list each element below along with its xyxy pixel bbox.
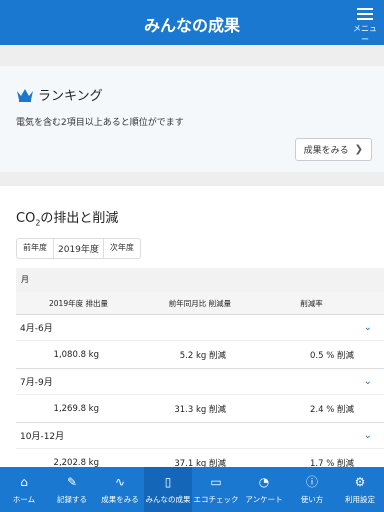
menu-label: メニュー (353, 24, 377, 44)
emission-value: 1,269.8 kg (53, 403, 99, 414)
tab-record[interactable]: ✎ 記録する (48, 467, 96, 512)
column-header: 前年同月比 削減量 (168, 298, 232, 308)
ranking-title: ランキング (38, 89, 103, 104)
co2-title-suffix: の排出と削減 (40, 211, 119, 226)
chevron-right-icon: ❯ (354, 144, 363, 155)
year-selector: 前年度 2019年度 次年度 (16, 238, 141, 259)
ranking-description: 電気を含む2項目以上あると順位がでます (16, 118, 184, 128)
tab-label: エコチェック (193, 495, 239, 504)
reduction-value: 31.3 kg 削減 (174, 404, 226, 415)
chevron-down-icon: ⌄ (363, 322, 372, 333)
tab-label: 利用設定 (345, 495, 375, 504)
period-label: 10月-12月 (20, 432, 65, 442)
table-row-label: 月 (16, 268, 384, 292)
menu-button[interactable]: メニュー (350, 8, 380, 45)
gear-icon: ⚙ (354, 475, 366, 489)
pulse-icon: ∿ (114, 475, 126, 489)
co2-heading: CO2の排出と削減 (16, 207, 118, 228)
current-year-label: 2019年度 (54, 238, 103, 259)
chat-icon: ▭ (210, 475, 222, 489)
prev-year-button[interactable]: 前年度 (16, 238, 54, 259)
table-column-headers: 2019年度 排出量 前年同月比 削減量 削減率 (16, 292, 384, 314)
tab-results[interactable]: ∿ 成果をみる (96, 467, 144, 512)
home-icon: ⌂ (20, 475, 28, 489)
chevron-down-icon: ⌄ (363, 376, 372, 387)
co2-title-prefix: CO (16, 211, 36, 226)
rate-value: 2.4 % 削減 (310, 404, 354, 415)
column-header: 削減率 (300, 298, 323, 308)
next-year-button[interactable]: 次年度 (102, 238, 141, 259)
period-group-header[interactable]: 10月-12月 ⌄ (16, 422, 384, 448)
view-results-button[interactable]: 成果をみる ❯ (294, 138, 372, 161)
ranking-heading: ランキング (16, 85, 103, 104)
crown-icon (17, 88, 33, 102)
reduction-value: 5.2 kg 削減 (179, 350, 226, 361)
tab-label: みんなの成果 (145, 495, 191, 504)
page-title: みんなの成果 (143, 16, 240, 35)
tab-label: 使い方 (300, 495, 324, 504)
tab-label: 記録する (57, 495, 87, 504)
emission-value: 1,080.8 kg (53, 349, 99, 360)
co2-card: CO2の排出と削減 前年度 2019年度 次年度 月 2019年度 排出量 前年… (0, 186, 384, 476)
table-row: 1,080.8 kg 5.2 kg 削減 0.5 % 削減 (16, 340, 384, 368)
tab-how-to[interactable]: ⓘ 使い方 (288, 467, 336, 512)
pie-icon: ◔ (258, 475, 270, 489)
chevron-down-icon: ⌄ (363, 430, 372, 441)
tab-everyone-results[interactable]: ▯ みんなの成果 (144, 467, 192, 512)
column-header: 2019年度 排出量 (49, 298, 108, 308)
tab-label: アンケート (245, 495, 283, 504)
tab-survey[interactable]: ◔ アンケート (240, 467, 288, 512)
pencil-icon: ✎ (66, 475, 78, 489)
view-results-label: 成果をみる (303, 146, 349, 156)
bottom-tab-bar: ⌂ ホーム ✎ 記録する ∿ 成果をみる ▯ みんなの成果 ▭ エコチェック ◔… (0, 467, 384, 512)
co2-table: 月 2019年度 排出量 前年同月比 削減量 削減率 4月-6月 ⌄ 1,080… (16, 268, 384, 476)
emission-value: 2,202.8 kg (53, 457, 99, 468)
period-label: 4月-6月 (20, 324, 53, 334)
rate-value: 0.5 % 削減 (310, 350, 354, 361)
period-label: 7月-9月 (20, 378, 53, 388)
tab-label: ホーム (12, 495, 36, 504)
tab-home[interactable]: ⌂ ホーム (0, 467, 48, 512)
tab-label: 成果をみる (101, 495, 139, 504)
app-header: みんなの成果 メニュー (0, 0, 384, 45)
clipboard-icon: ▯ (164, 475, 172, 489)
table-row: 1,269.8 kg 31.3 kg 削減 2.4 % 削減 (16, 394, 384, 422)
period-group-header[interactable]: 7月-9月 ⌄ (16, 368, 384, 394)
tab-eco-check[interactable]: ▭ エコチェック (192, 467, 240, 512)
info-icon: ⓘ (305, 475, 318, 489)
hamburger-icon (357, 8, 373, 20)
tab-settings[interactable]: ⚙ 利用設定 (336, 467, 384, 512)
period-group-header[interactable]: 4月-6月 ⌄ (16, 314, 384, 340)
